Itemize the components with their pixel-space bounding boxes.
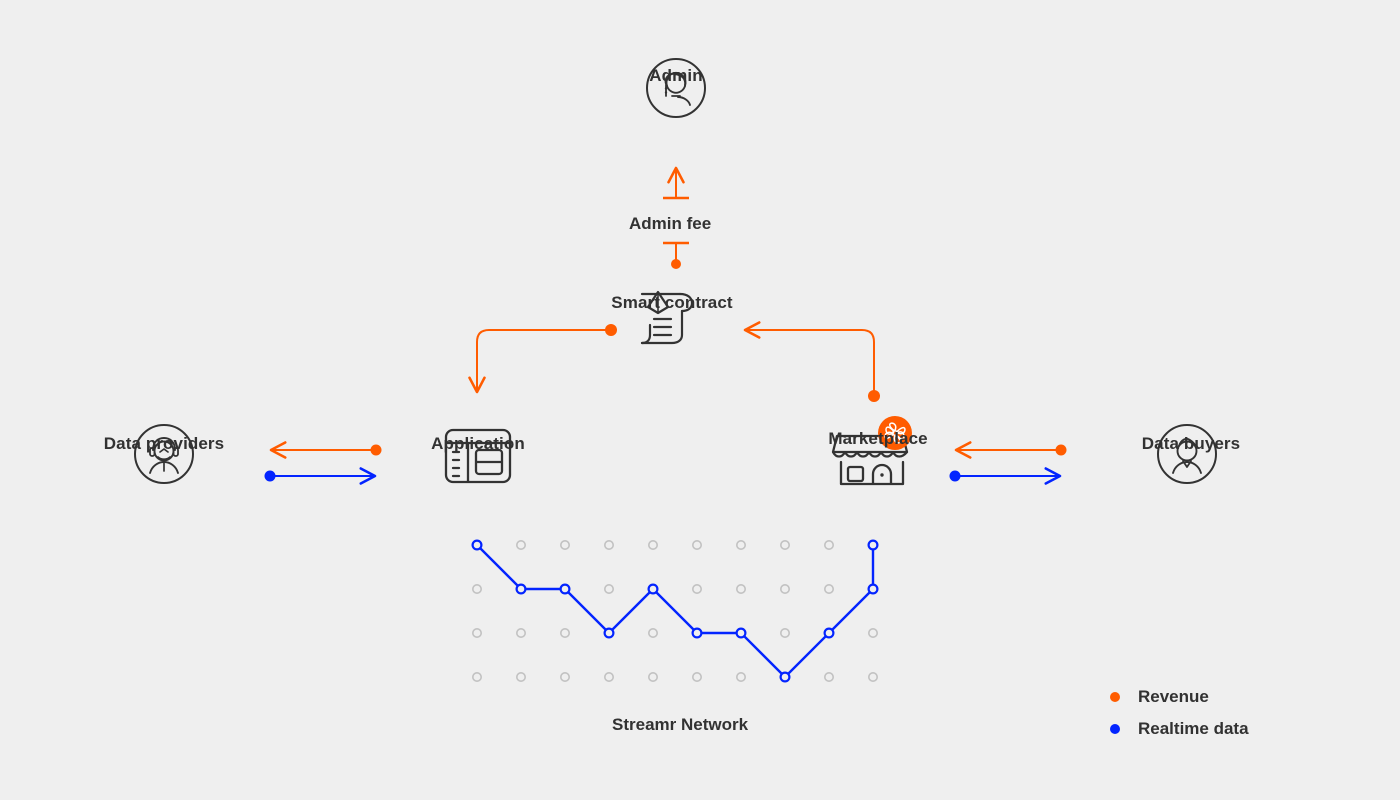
network-idle-node bbox=[559, 539, 570, 550]
network-active-node bbox=[603, 627, 615, 639]
node-data-buyers: Data buyers bbox=[1091, 424, 1291, 454]
network-idle-node bbox=[515, 671, 526, 682]
node-smart-contract: Smart contract bbox=[572, 283, 772, 313]
network-idle-node bbox=[471, 671, 482, 682]
network-idle-node bbox=[647, 539, 658, 550]
legend-item-realtime-data: Realtime data bbox=[1110, 713, 1249, 745]
contract-left-elbow-path bbox=[468, 329, 606, 394]
node-admin: Admin bbox=[576, 56, 776, 86]
buyers-data-dot bbox=[949, 470, 961, 482]
network-idle-node bbox=[515, 627, 526, 638]
network-idle-node bbox=[603, 583, 614, 594]
network-active-node bbox=[867, 583, 879, 595]
network-idle-node bbox=[867, 671, 878, 682]
network-idle-node bbox=[823, 539, 834, 550]
network-idle-node bbox=[471, 627, 482, 638]
network-data-path bbox=[475, 543, 875, 679]
network-active-node bbox=[647, 583, 659, 595]
network-idle-node bbox=[779, 583, 790, 594]
network-idle-node bbox=[779, 627, 790, 638]
network-active-node bbox=[559, 583, 571, 595]
network-idle-node bbox=[691, 583, 702, 594]
network-idle-node bbox=[559, 627, 570, 638]
network-idle-node bbox=[735, 583, 746, 594]
network-active-node bbox=[515, 583, 527, 595]
contract-left-source-dot bbox=[605, 324, 617, 336]
network-idle-node bbox=[823, 583, 834, 594]
marketplace-source-dot bbox=[868, 390, 880, 402]
node-data-buyers-label: Data buyers bbox=[1141, 434, 1241, 453]
streamr-flow-diagram bbox=[134, 58, 1217, 683]
providers-data-dot bbox=[264, 470, 276, 482]
network-idle-node bbox=[515, 539, 526, 550]
legend-dot-realtime-data bbox=[1110, 724, 1120, 734]
network-idle-node bbox=[735, 671, 746, 682]
network-idle-node bbox=[867, 627, 878, 638]
admin-fee-source-dot bbox=[671, 259, 681, 269]
network-idle-node bbox=[691, 539, 702, 550]
network-active-node bbox=[779, 671, 791, 683]
buyers-revenue-dot bbox=[1055, 444, 1067, 456]
network-idle-node bbox=[647, 627, 658, 638]
network-idle-node bbox=[779, 539, 790, 550]
marketplace-to-contract-connector bbox=[743, 321, 880, 402]
node-application: Application bbox=[378, 424, 578, 454]
node-data-providers: Data providers bbox=[64, 424, 264, 454]
streamr-network-label: Streamr Network bbox=[612, 715, 749, 734]
network-idle-node bbox=[603, 539, 614, 550]
providers-application-connectors bbox=[264, 441, 382, 485]
node-marketplace: Marketplace bbox=[778, 419, 978, 449]
admin-fee-label: Admin fee bbox=[629, 214, 712, 233]
node-data-providers-label: Data providers bbox=[103, 434, 225, 453]
network-idle-node bbox=[559, 671, 570, 682]
buyers-marketplace-connectors bbox=[949, 441, 1067, 485]
node-marketplace-label: Marketplace bbox=[828, 429, 928, 448]
network-active-node bbox=[823, 627, 835, 639]
network-idle-node bbox=[647, 671, 658, 682]
node-application-label: Application bbox=[431, 434, 525, 453]
legend: Revenue Realtime data bbox=[1110, 681, 1249, 745]
network-idle-node bbox=[823, 671, 834, 682]
network-idle-node bbox=[471, 583, 482, 594]
contract-right-elbow-path bbox=[743, 321, 875, 391]
network-active-node bbox=[691, 627, 703, 639]
legend-dot-revenue bbox=[1110, 692, 1120, 702]
network-idle-node bbox=[603, 671, 614, 682]
node-admin-label: Admin bbox=[649, 66, 703, 85]
contract-to-application-connector bbox=[468, 324, 617, 394]
node-smart-contract-label: Smart contract bbox=[611, 293, 733, 312]
network-active-node bbox=[735, 627, 747, 639]
network-idle-node bbox=[691, 671, 702, 682]
network-active-node bbox=[867, 539, 879, 551]
legend-label-revenue: Revenue bbox=[1138, 687, 1209, 706]
network-active-node bbox=[471, 539, 483, 551]
network-idle-node bbox=[735, 539, 746, 550]
legend-item-revenue: Revenue bbox=[1110, 681, 1249, 713]
legend-label-realtime-data: Realtime data bbox=[1138, 719, 1249, 738]
